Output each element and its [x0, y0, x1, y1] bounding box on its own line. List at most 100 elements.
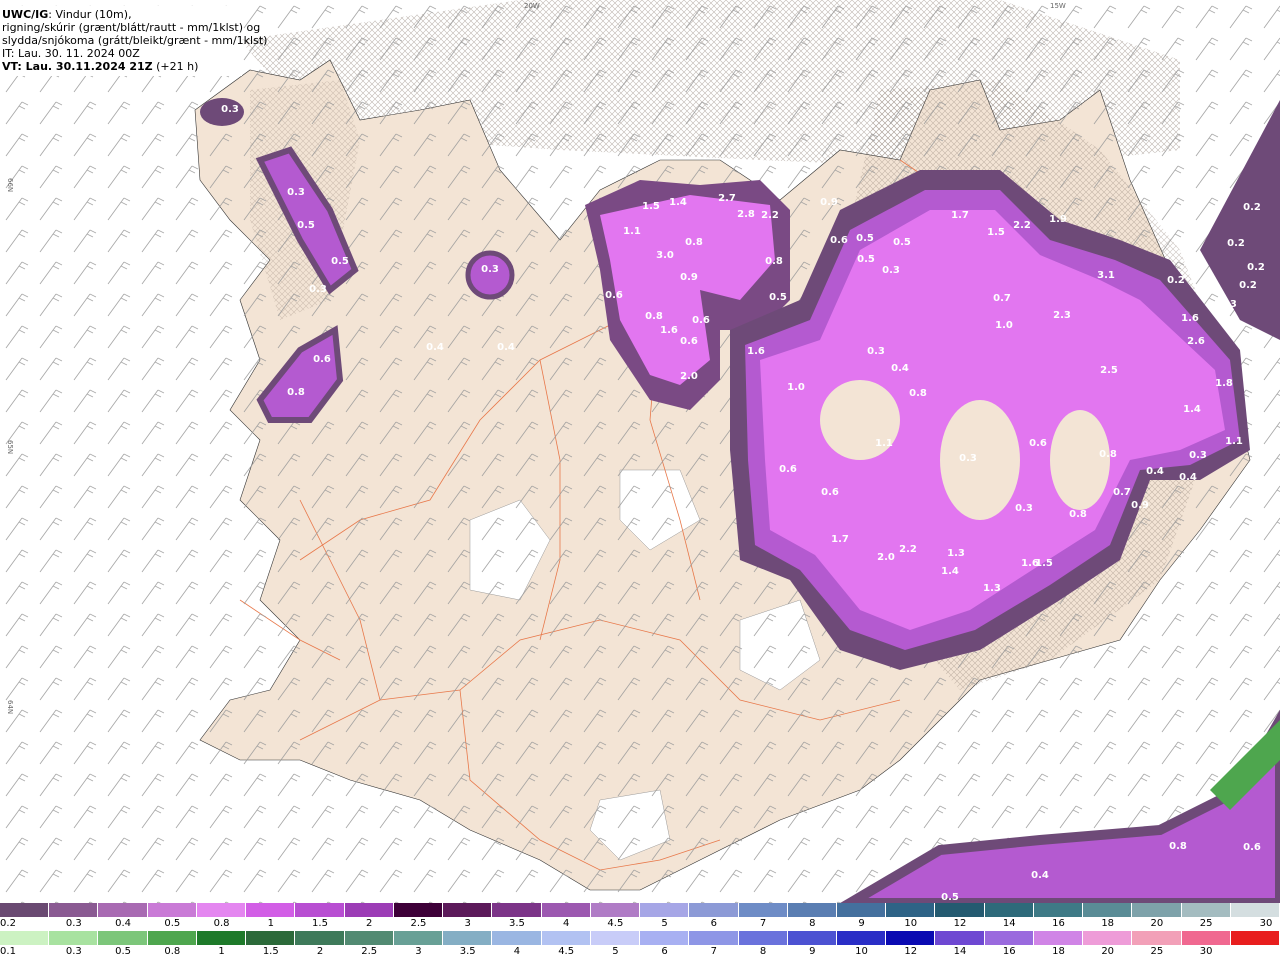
- precip-label: 2.2: [899, 544, 917, 555]
- legend-label: 18: [1101, 918, 1115, 929]
- precip-label: 1.1: [1225, 436, 1243, 447]
- legend-swatch: [492, 931, 542, 945]
- precip-label: 0.8: [1169, 841, 1187, 852]
- legend-label: 1.5: [312, 918, 328, 929]
- legend-swatch: [935, 903, 985, 917]
- legend-swatch: [393, 903, 444, 917]
- rain-color-legend: [0, 931, 1280, 945]
- legend-swatch: [246, 931, 296, 945]
- legend-swatch: [49, 931, 99, 945]
- precip-label: 1.4: [669, 197, 687, 208]
- legend-label: 2: [316, 946, 324, 957]
- precip-label: 0.4: [426, 342, 444, 353]
- precip-label: 2.8: [737, 209, 755, 220]
- legend-swatch: [1132, 931, 1182, 945]
- legend-label: 20: [1150, 918, 1164, 929]
- precip-label: 0.3: [221, 104, 239, 115]
- rain-legend-labels: 0.1 0.3 0.5 0.8 1 1.5 2 2.5 3 3.5 4 4.5 5 6 7 8 9 10 12 14 1…: [0, 946, 1280, 958]
- legend-label: 0.4: [115, 918, 132, 929]
- precip-label: 0.6: [1029, 438, 1047, 449]
- legend-swatch: [590, 931, 641, 945]
- legend-swatch: [1083, 903, 1133, 917]
- precip-label: 2.2: [1013, 220, 1031, 231]
- legend-swatch: [344, 931, 394, 945]
- precip-label: 0.6: [1243, 842, 1261, 853]
- legend-swatch: [98, 931, 148, 945]
- precip-label: 1.7: [951, 210, 969, 221]
- precip-label: 0.3: [867, 346, 885, 357]
- precip-label: 1.6: [660, 325, 678, 336]
- legend-label: 3.5: [508, 918, 525, 929]
- precip-label: 0.5: [893, 237, 911, 248]
- precip-label: 0.4: [1031, 870, 1049, 881]
- legend-label: 0.2: [0, 918, 16, 929]
- legend-label: 20: [1101, 946, 1115, 957]
- legend-swatch: [1230, 903, 1280, 917]
- precip-label: 0.3: [481, 264, 499, 275]
- precip-label: 0.6: [821, 487, 839, 498]
- precip-label: 1.3: [947, 548, 965, 559]
- precip-label: 0.8: [909, 388, 927, 399]
- precip-label: 2.2: [761, 210, 779, 221]
- legend-label: 0.3: [65, 918, 82, 929]
- precip-label: 0.3: [287, 187, 305, 198]
- legend-label: 14: [1002, 918, 1016, 929]
- legend-swatch: [147, 931, 197, 945]
- legend-label: 30: [1199, 946, 1213, 957]
- precip-label: 0.5: [769, 292, 787, 303]
- legend-swatch: [147, 903, 197, 917]
- legend-swatch: [689, 903, 739, 917]
- legend-swatch: [689, 931, 739, 945]
- legend-label: 5: [661, 918, 668, 929]
- legend-label: 4.5: [607, 918, 624, 929]
- legend-swatch: [787, 903, 837, 917]
- legend-label: 16: [1052, 918, 1065, 929]
- precip-label: 1.1: [623, 226, 641, 237]
- legend-label: 6: [710, 918, 718, 929]
- header-desc-3: slydda/snjókoma (grátt/bleikt/grænt - mm…: [2, 34, 268, 47]
- legend-label: 2: [366, 918, 373, 929]
- legend-label: 30: [1259, 918, 1273, 929]
- snow-legend-labels: 0.2 0.3 0.4 0.5 0.8 1 1.5 2 2.5 3 3.5 4 4.5 5 6 7 8 9 10 12…: [0, 918, 1280, 930]
- precip-label: 3.1: [1097, 270, 1115, 281]
- legend-swatch: [1181, 931, 1231, 945]
- precip-hole-3: [1050, 410, 1110, 510]
- initial-time: IT: Lau. 30. 11. 2024 00Z: [2, 47, 140, 60]
- precip-label: 0.9: [680, 272, 698, 283]
- legend-swatch: [492, 903, 542, 917]
- legend-label: 0.8: [213, 918, 230, 929]
- precip-label: 0.3: [1219, 299, 1237, 310]
- precip-label: 1.6: [747, 346, 765, 357]
- precip-label: 1.0: [787, 382, 805, 393]
- legend-swatch: [738, 903, 788, 917]
- legend-label: 0.5: [164, 918, 181, 929]
- legend-label: 0.1: [0, 946, 16, 957]
- precip-label: 0.5: [331, 256, 349, 267]
- grid-label-66n: 66N: [6, 178, 14, 192]
- legend-label: 16: [1002, 946, 1016, 957]
- precip-label: 0.3: [309, 284, 327, 295]
- legend-label: 8: [759, 946, 767, 957]
- precip-label: 0.4: [891, 363, 909, 374]
- precip-label: 2.6: [1187, 336, 1205, 347]
- legend-label: 8: [809, 918, 816, 929]
- legend-label: 25: [1199, 918, 1213, 929]
- precip-label: 0.5: [856, 233, 874, 244]
- legend-swatch: [541, 931, 591, 945]
- legend-swatch: [935, 931, 985, 945]
- legend-swatch: [640, 931, 690, 945]
- precip-label: 0.2: [1239, 280, 1257, 291]
- precip-label: 2.0: [877, 552, 895, 563]
- legend-label: 10: [904, 918, 918, 929]
- legend-label: 14: [953, 946, 967, 957]
- precip-label: 0.3: [1015, 503, 1033, 514]
- legend-swatch: [1132, 903, 1182, 917]
- precip-label: 1.5: [642, 201, 660, 212]
- legend-label: 4: [513, 946, 521, 957]
- legend-swatch: [1083, 931, 1133, 945]
- precip-label: 2.0: [680, 371, 698, 382]
- precip-hole-2: [940, 400, 1020, 520]
- legend-label: 2.5: [410, 918, 427, 929]
- precip-label: 1.7: [831, 534, 849, 545]
- precip-label: 0.2: [1227, 238, 1245, 249]
